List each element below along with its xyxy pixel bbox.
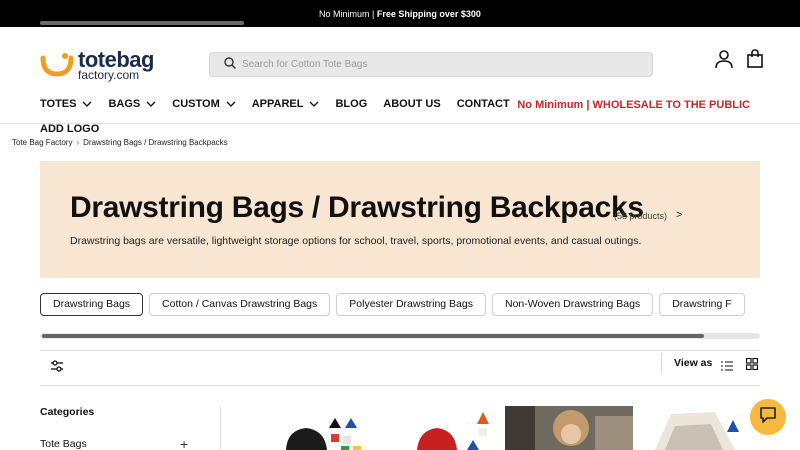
chevron-down-icon	[309, 98, 319, 110]
nav-item-contact[interactable]: CONTACT	[457, 98, 510, 110]
categories-heading: Categories	[40, 406, 95, 418]
nav-item-label: ABOUT US	[383, 98, 441, 110]
header-icons	[714, 49, 764, 74]
chip-non-woven-drawstring-bags[interactable]: Non-Woven Drawstring Bags	[491, 293, 654, 316]
product-card-image[interactable]	[505, 406, 633, 450]
toolbar-divider-bottom	[40, 385, 760, 386]
page-title: Drawstring Bags / Drawstring Backpacks	[70, 191, 644, 224]
nav-item-label: TOTES	[40, 98, 77, 110]
header-divider	[0, 123, 800, 124]
toolbar-separator	[661, 353, 662, 373]
hero-arrow-icon[interactable]: >	[676, 209, 682, 221]
chip-polyester-drawstring-bags[interactable]: Polyester Drawstring Bags	[336, 293, 486, 316]
nav-item-about-us[interactable]: ABOUT US	[383, 98, 440, 110]
chat-icon	[758, 405, 778, 430]
nav-item-label: BLOG	[335, 98, 368, 110]
site-logo[interactable]: totebag factory.com	[40, 49, 154, 81]
nav-item-label: BAGS	[108, 98, 141, 110]
chevron-right-icon: ›	[76, 138, 80, 147]
chat-button[interactable]	[750, 399, 786, 435]
nav-item-label: CONTACT	[456, 98, 510, 110]
chip-cotton-canvas-drawstring-bags[interactable]: Cotton / Canvas Drawstring Bags	[149, 293, 331, 316]
announcement-no-minimum: No Minimum |	[319, 8, 377, 19]
filter-sidebar: Categories Tote Bags +	[40, 406, 220, 450]
product-card-image[interactable]	[379, 406, 505, 450]
wholesale-promo-link[interactable]: No Minimum | WHOLESALE TO THE PUBLIC	[517, 99, 750, 111]
announcement-scrollbar[interactable]	[40, 21, 244, 25]
nav-item-label: APPAREL	[251, 98, 304, 110]
expand-plus-icon[interactable]: +	[180, 436, 188, 450]
search-icon[interactable]	[224, 56, 236, 74]
nav-item-blog[interactable]: BLOG	[335, 98, 367, 110]
chip-drawstring-bags[interactable]: Drawstring Bags	[40, 293, 144, 316]
list-view-icon[interactable]	[721, 358, 733, 376]
nav-item-bags[interactable]: BAGS	[108, 98, 156, 110]
bag-icon[interactable]	[746, 49, 764, 74]
product-grid	[251, 406, 760, 450]
announcement-free-shipping: Free Shipping over $300	[376, 8, 481, 19]
search-input[interactable]	[242, 59, 622, 70]
product-count: (58 products)	[614, 211, 668, 221]
chevron-down-icon	[226, 98, 236, 110]
sidebar-divider	[220, 406, 221, 450]
main-nav: TOTES BAGS CUSTOM APPAREL BLOG ABOUT US …	[40, 98, 526, 110]
nav-item-custom[interactable]: CUSTOM	[172, 98, 236, 110]
view-as-label: View as	[674, 357, 713, 369]
search-bar[interactable]	[209, 52, 653, 77]
logo-text: totebag factory.com	[78, 49, 154, 82]
site-header: totebag factory.com TOTES BAGS CUSTOM	[0, 27, 800, 135]
nav-item-apparel[interactable]: APPAREL	[252, 98, 320, 110]
breadcrumb-home-link[interactable]: Tote Bag Factory	[12, 138, 72, 147]
product-card-image[interactable]	[251, 406, 377, 450]
nav-item-totes[interactable]: TOTES	[40, 98, 92, 110]
nav-item-add-logo[interactable]: ADD LOGO	[40, 123, 99, 135]
grid-view-icon[interactable]	[745, 357, 759, 375]
chips-scrollbar-thumb[interactable]	[42, 334, 704, 338]
announcement-bar: No Minimum | Free Shipping over $300	[0, 0, 800, 27]
logo-smile-icon	[40, 52, 74, 78]
collection-description: Drawstring bags are versatile, lightweig…	[70, 235, 642, 247]
chevron-down-icon	[146, 98, 156, 110]
chip-drawstring-more[interactable]: Drawstring F	[659, 293, 745, 316]
announcement-text: No Minimum | Free Shipping over $300	[319, 9, 481, 19]
filter-icon[interactable]	[50, 359, 64, 377]
subcategory-chips: Drawstring Bags Cotton / Canvas Drawstrin…	[40, 293, 760, 317]
breadcrumb: Tote Bag Factory › Drawstring Bags / Dra…	[12, 138, 228, 147]
product-card-image[interactable]	[635, 406, 760, 450]
sidebar-item-tote-bags[interactable]: Tote Bags	[40, 438, 192, 450]
collection-hero: Drawstring Bags / Drawstring Backpacks (…	[40, 161, 760, 278]
collection-toolbar: View as	[40, 351, 760, 385]
nav-item-label: CUSTOM	[172, 98, 220, 110]
user-icon[interactable]	[714, 49, 734, 74]
chevron-down-icon	[82, 98, 92, 110]
breadcrumb-current: Drawstring Bags / Drawstring Backpacks	[83, 138, 228, 147]
